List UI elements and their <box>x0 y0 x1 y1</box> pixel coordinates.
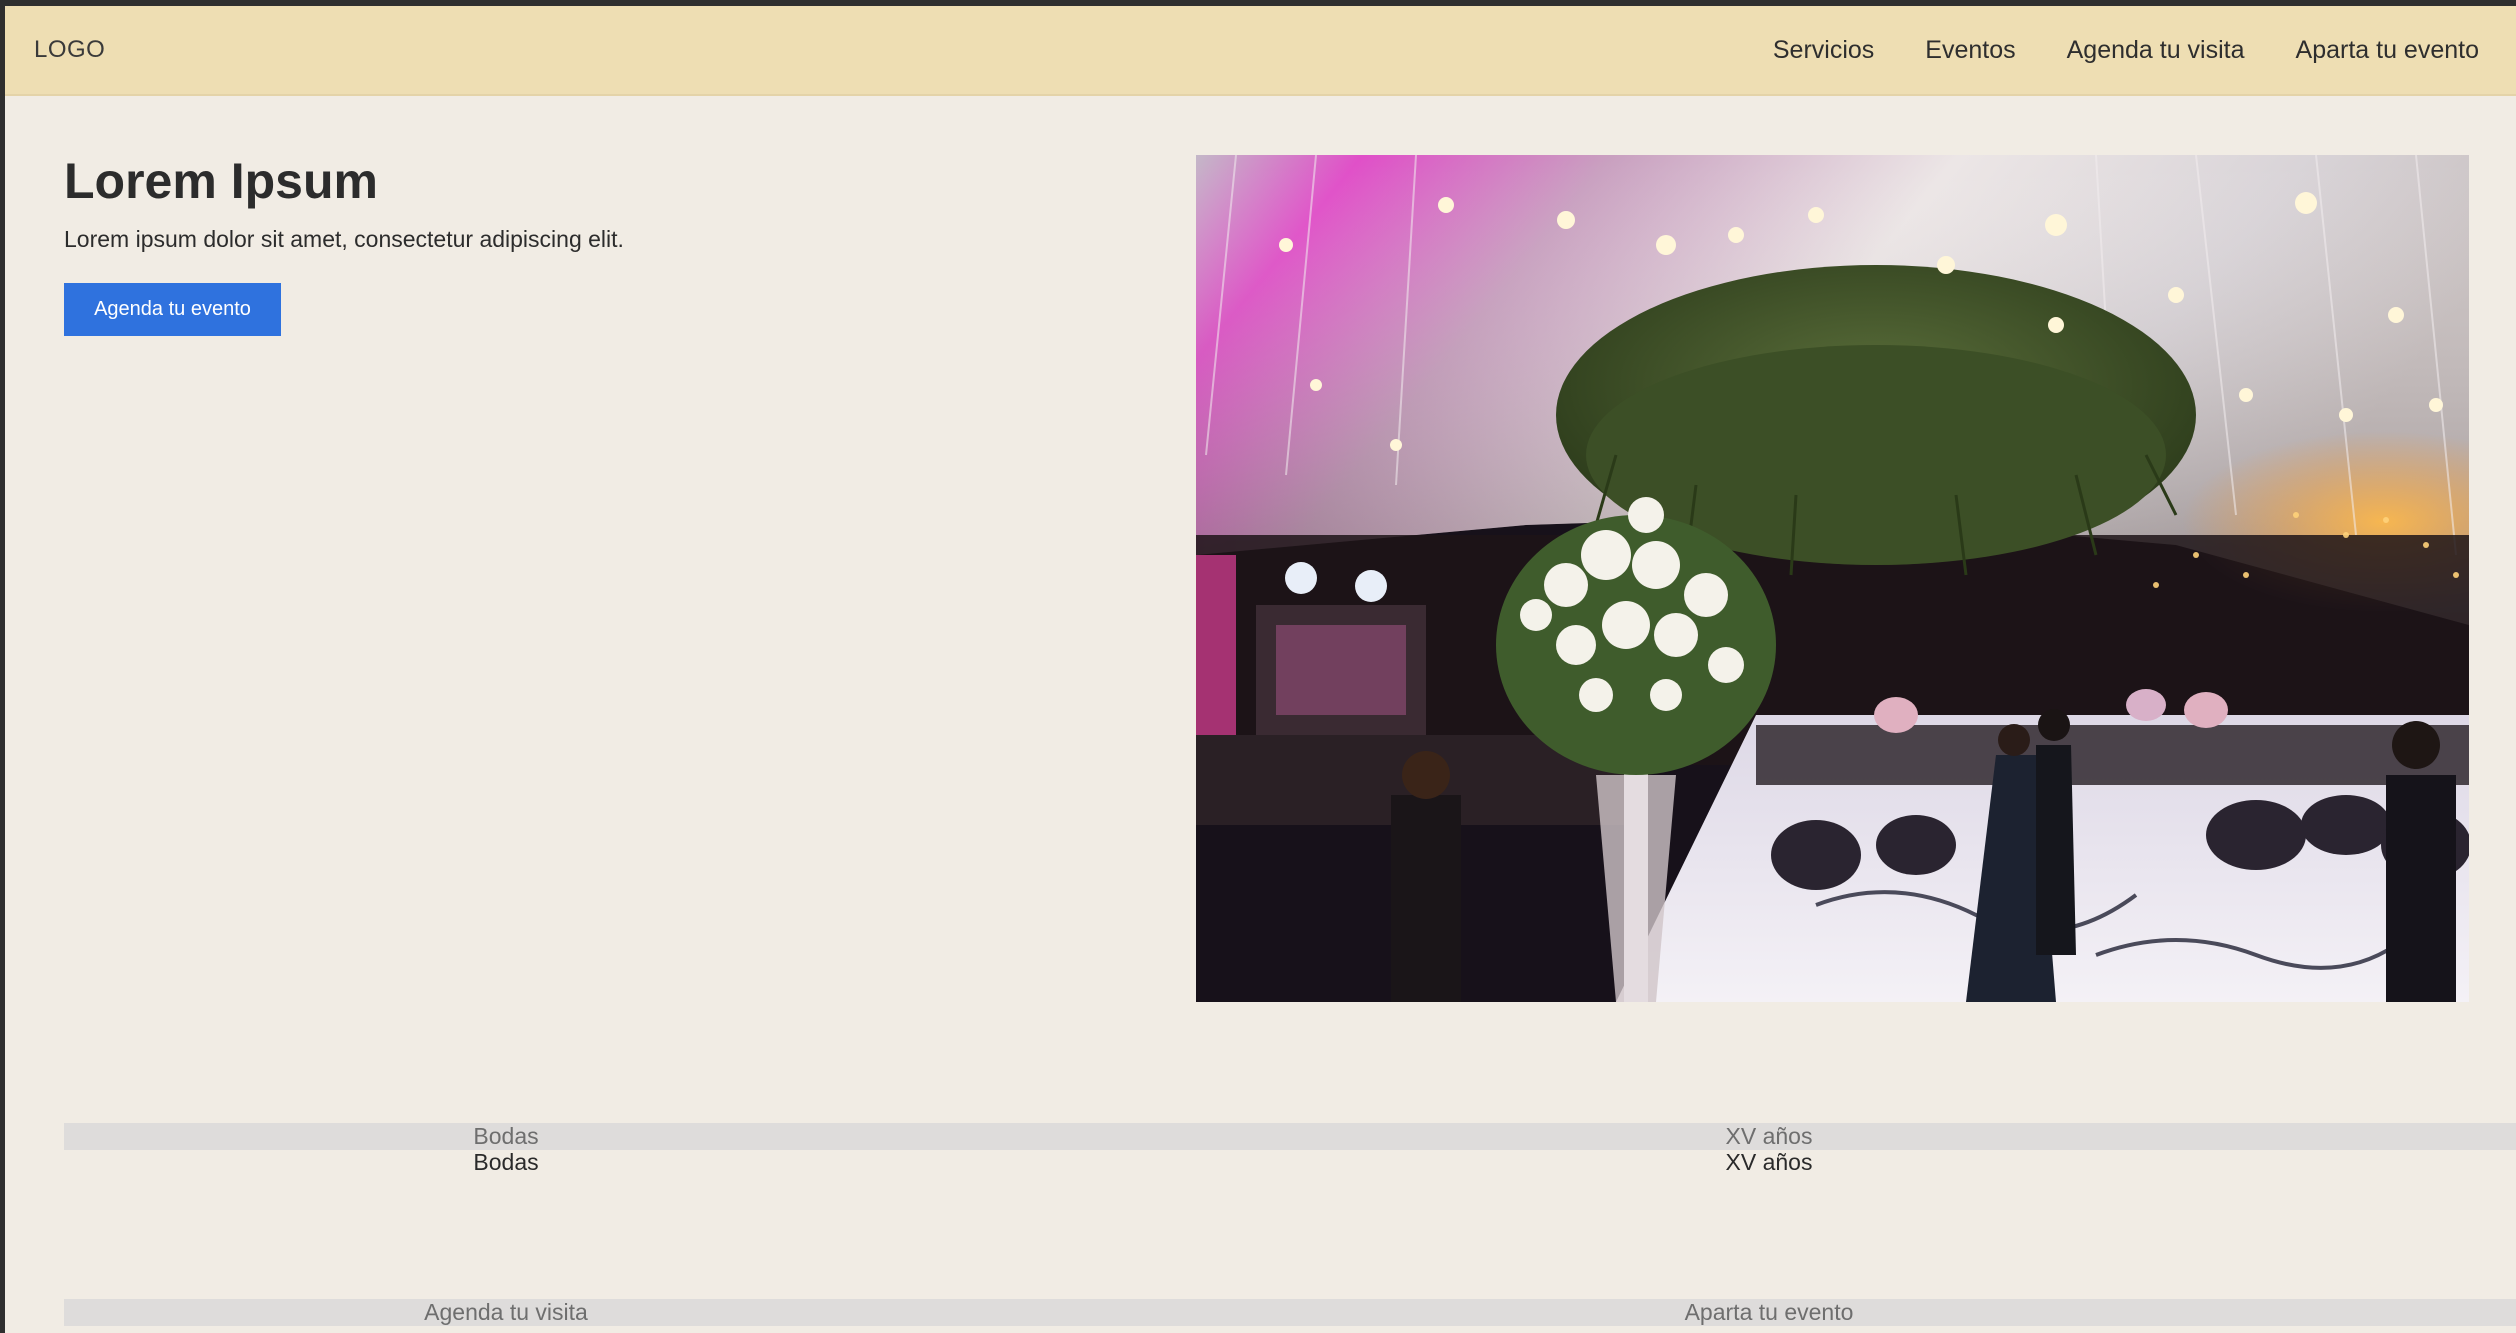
nav-link-eventos[interactable]: Eventos <box>1925 36 2015 65</box>
hero-image <box>1196 155 2469 1002</box>
logo[interactable]: LOGO <box>34 36 105 64</box>
category-label-xv-anos: XV años <box>1725 1149 1813 1175</box>
tab-agenda-visita[interactable]: Agenda tu visita <box>306 1299 706 1326</box>
nav-link-servicios[interactable]: Servicios <box>1773 36 1874 65</box>
hero-subtitle: Lorem ipsum dolor sit amet, consectetur … <box>64 226 624 252</box>
action-tabs: Agenda tu visita Aparta tu evento <box>64 1299 2516 1326</box>
category-label-bodas: Bodas <box>473 1149 539 1175</box>
nav-link-aparta-evento[interactable]: Aparta tu evento <box>2296 36 2479 65</box>
page: LOGO Servicios Eventos Agenda tu visita … <box>5 6 2516 1333</box>
nav-menu: Servicios Eventos Agenda tu visita Apart… <box>1773 36 2479 65</box>
nav-link-agenda-visita[interactable]: Agenda tu visita <box>2067 36 2245 65</box>
agenda-evento-button[interactable]: Agenda tu evento <box>64 283 281 336</box>
category-tabs: Bodas XV años <box>64 1123 2516 1150</box>
hero-title: Lorem Ipsum <box>64 153 378 209</box>
tab-xv-anos[interactable]: XV años <box>1569 1123 1969 1150</box>
navbar: LOGO Servicios Eventos Agenda tu visita … <box>5 6 2516 96</box>
tab-bodas[interactable]: Bodas <box>306 1123 706 1150</box>
tab-aparta-evento[interactable]: Aparta tu evento <box>1569 1299 1969 1326</box>
